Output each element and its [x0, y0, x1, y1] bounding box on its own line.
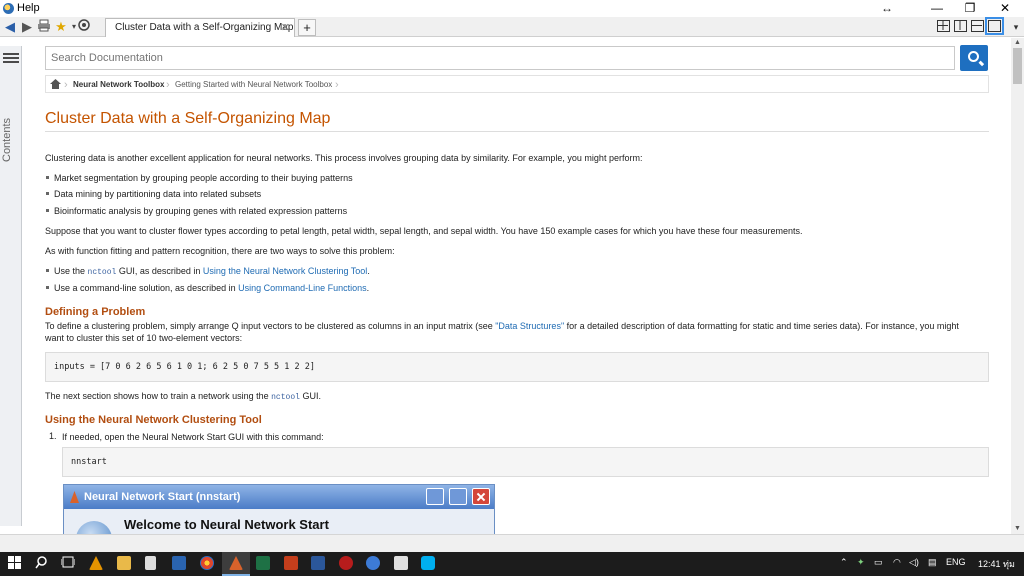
skype-icon[interactable] — [421, 556, 435, 570]
scrollbar-thumb[interactable] — [1013, 48, 1022, 84]
breadcrumb-getting-started[interactable]: Getting Started with Neural Network Tool… — [175, 77, 332, 93]
task-view-icon[interactable] — [60, 556, 76, 572]
search-icon — [968, 51, 979, 62]
language-indicator[interactable]: ENG — [946, 557, 966, 567]
documentation-content: › Neural Network Toolbox › Getting Start… — [45, 38, 989, 534]
globe-icon — [76, 521, 112, 534]
app-globe-icon[interactable] — [366, 556, 380, 570]
forward-icon[interactable]: ▶ — [19, 19, 35, 35]
help-app-icon — [3, 3, 14, 14]
layout-grid-icon[interactable] — [937, 20, 950, 32]
file-explorer-icon[interactable] — [117, 556, 131, 570]
wifi-icon[interactable]: ◠ — [893, 557, 901, 568]
step1-text: If needed, open the Neural Network Start… — [62, 432, 324, 442]
back-icon[interactable]: ◀ — [2, 19, 18, 35]
new-tab-button[interactable]: + — [298, 19, 316, 36]
two-ways-paragraph: As with function fitting and pattern rec… — [45, 246, 395, 256]
clock[interactable]: 12:41 ทุ่ม — [978, 557, 1015, 571]
windows-start-icon[interactable] — [6, 556, 22, 572]
app-red-icon[interactable] — [339, 556, 353, 570]
contents-list-icon[interactable] — [3, 51, 19, 65]
excel-icon[interactable] — [256, 556, 270, 570]
home-icon[interactable] — [50, 79, 61, 89]
layout-single-icon[interactable] — [985, 17, 1004, 35]
notepad-icon[interactable] — [394, 556, 408, 570]
vertical-scrollbar[interactable]: ▲ ▼ — [1011, 38, 1024, 534]
contents-label[interactable]: Contents — [1, 118, 13, 162]
tray-network-manager-icon[interactable]: ✦ — [857, 557, 865, 568]
page-title: Cluster Data with a Self-Organizing Map — [45, 110, 331, 127]
contents-rail[interactable]: Contents — [0, 46, 22, 526]
search-button[interactable] — [960, 45, 988, 71]
close-icon — [472, 488, 490, 505]
volume-icon[interactable]: ◁) — [909, 557, 919, 568]
tab-cluster-data[interactable]: Cluster Data with a Self-Organizing Map … — [105, 18, 295, 37]
firefox-icon[interactable] — [200, 556, 214, 570]
browser-toolbar: ◀ ▶ ★ ▾ Cluster Data with a Self-Organiz… — [0, 17, 1024, 37]
toolbar-dropdown-icon[interactable]: ▾ — [1008, 19, 1024, 35]
tab-label: Cluster Data with a Self-Organizing Map — [115, 22, 294, 33]
nnstart-welcome: Welcome to Neural Network Start — [124, 517, 329, 532]
command-line-functions-link[interactable]: Using Command-Line Functions — [238, 283, 367, 293]
next-section-paragraph: The next section shows how to train a ne… — [45, 391, 321, 402]
layout-rows-icon[interactable] — [971, 20, 984, 32]
search-input[interactable] — [45, 46, 955, 70]
calculator-icon[interactable] — [145, 556, 156, 570]
layout-columns-icon[interactable] — [954, 20, 967, 32]
print-icon[interactable] — [36, 19, 52, 35]
inputs-code-block[interactable]: inputs = [7 0 6 2 6 5 6 1 0 1; 6 2 5 0 7… — [45, 352, 989, 382]
clustering-tool-link[interactable]: Using the Neural Network Clustering Tool — [203, 266, 367, 276]
store-icon[interactable] — [172, 556, 186, 570]
close-button[interactable]: ✕ — [990, 0, 1020, 17]
word-icon[interactable] — [311, 556, 325, 570]
minimize-button[interactable]: — — [922, 0, 952, 17]
matlab-logo-icon — [70, 491, 79, 503]
flower-paragraph: Suppose that you want to cluster flower … — [45, 226, 803, 236]
defining-problem-paragraph: To define a clustering problem, simply a… — [45, 321, 959, 331]
intro-paragraph: Clustering data is another excellent app… — [45, 153, 643, 163]
powerpoint-icon[interactable] — [284, 556, 298, 570]
notifications-icon[interactable]: ▤ — [928, 557, 937, 568]
settings-icon[interactable] — [76, 19, 92, 35]
tab-close-icon[interactable]: ✕ — [281, 19, 290, 37]
restore-button[interactable]: ❐ — [955, 0, 985, 17]
scroll-down-arrow-icon[interactable]: ▼ — [1011, 524, 1024, 534]
status-strip — [0, 534, 1024, 552]
breadcrumb-neural-network-toolbox[interactable]: Neural Network Toolbox — [73, 77, 164, 93]
nnstart-window-screenshot: Neural Network Start (nnstart) Welcome t… — [63, 484, 495, 534]
search-icon[interactable] — [33, 556, 49, 572]
tray-expand-icon[interactable]: ⌃ — [840, 557, 848, 568]
defining-problem-line2: want to cluster this set of 10 two-eleme… — [45, 333, 243, 343]
section-heading-defining-problem: Defining a Problem — [45, 306, 146, 318]
nnstart-body: Welcome to Neural Network Start — [64, 509, 494, 534]
step-number: 1. — [49, 431, 57, 441]
breadcrumb: › Neural Network Toolbox › Getting Start… — [45, 75, 989, 93]
data-structures-link[interactable]: "Data Structures" — [495, 321, 564, 331]
window-title-bar: Help ↔ — ❐ ✕ — [0, 0, 1024, 17]
maximize-icon — [449, 488, 467, 505]
nctool-code: nctool — [87, 268, 117, 277]
vlc-icon[interactable] — [89, 556, 103, 570]
scroll-up-arrow-icon[interactable]: ▲ — [1011, 38, 1024, 48]
windows-taskbar: ⌃ ✦ ▭ ◠ ◁) ▤ ENG 12:41 ทุ่ม — [0, 552, 1024, 576]
section-heading-clustering-tool: Using the Neural Network Clustering Tool — [45, 414, 262, 426]
nnstart-code-block[interactable]: nnstart — [62, 447, 989, 477]
resize-arrows-icon[interactable]: ↔ — [881, 1, 893, 15]
nnstart-title: Neural Network Start (nnstart) — [84, 491, 241, 503]
nctool-code: nctool — [271, 393, 300, 402]
window-title: Help — [17, 2, 40, 14]
title-divider — [45, 131, 989, 132]
battery-icon[interactable]: ▭ — [874, 557, 883, 568]
minimize-icon — [426, 488, 444, 505]
